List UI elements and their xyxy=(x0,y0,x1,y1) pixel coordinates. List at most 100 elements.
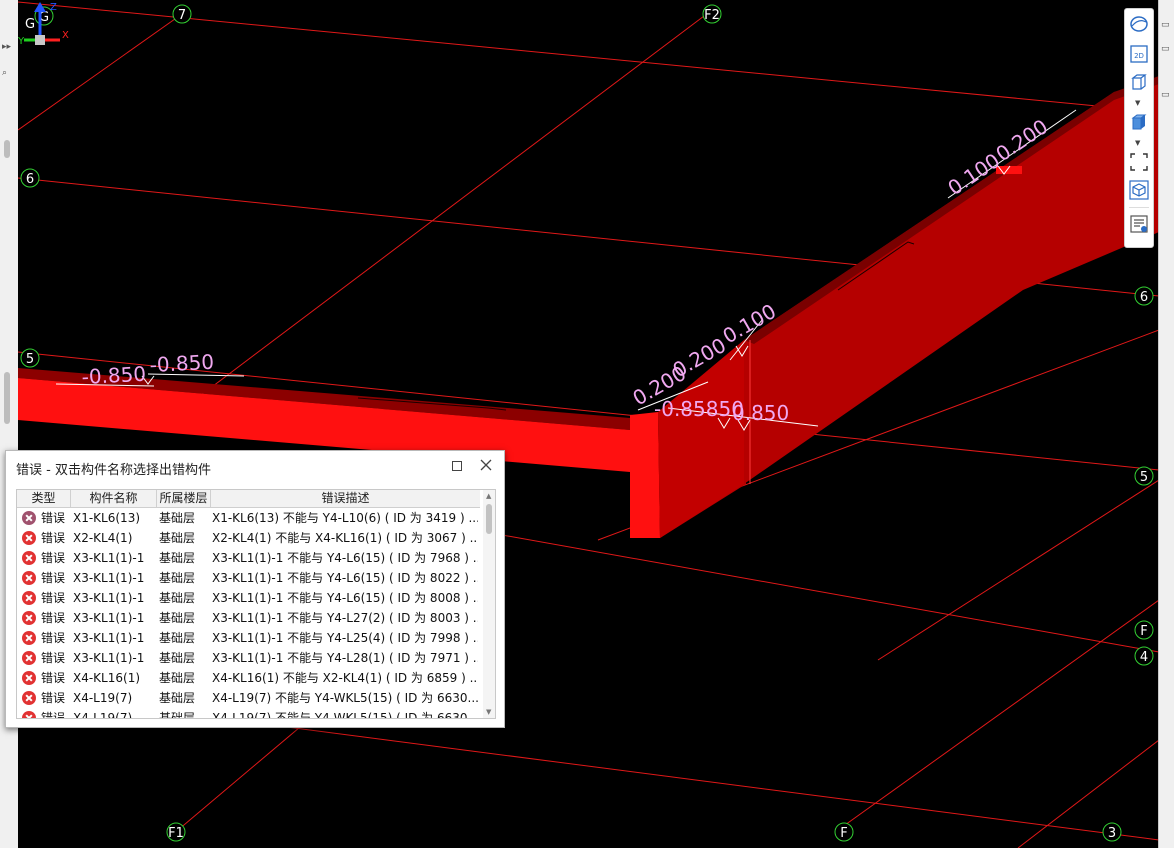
left-scrollbar-thumb[interactable] xyxy=(4,140,10,158)
panel-tab-icon[interactable]: ▭ xyxy=(1161,90,1170,100)
y-axis-label: Y xyxy=(18,36,25,47)
error-icon xyxy=(22,611,36,625)
cell-desc: X3-KL1(1)-1 不能与 Y4-L6(15) ( ID 为 7968 ) … xyxy=(212,551,478,565)
table-scrollbar[interactable]: ▲ ▼ xyxy=(483,490,495,718)
cell-floor: 基础层 xyxy=(159,511,196,525)
cell-type: 错误 xyxy=(41,711,66,719)
grid-line xyxy=(1017,739,1159,848)
table-row[interactable]: 错误 X4-L19(7) 基础层 X4-L19(7) 不能与 Y4-WKL5(15) … xyxy=(17,708,480,719)
error-icon xyxy=(22,671,36,685)
error-dialog: 错误 - 双击构件名称选择出错构件 类型 构件名称 所属楼层 错误描述 错误 X1… xyxy=(5,450,505,728)
2d-view-icon[interactable]: 2D xyxy=(1128,43,1150,65)
cell-type: 错误 xyxy=(41,571,66,585)
error-icon xyxy=(22,591,36,605)
maximize-button[interactable] xyxy=(452,461,462,471)
cell-desc: X3-KL1(1)-1 不能与 Y4-L6(15) ( ID 为 8008 ) … xyxy=(212,591,478,605)
table-row[interactable]: 错误 X3-KL1(1)-1 基础层 X3-KL1(1)-1 不能与 Y4-L6(15… xyxy=(17,568,480,588)
table-row[interactable]: 错误 X3-KL1(1)-1 基础层 X3-KL1(1)-1 不能与 Y4-L27(2… xyxy=(17,608,480,628)
cell-name: X3-KL1(1)-1 xyxy=(73,631,145,645)
view-toolbar: 2D ▼ ▼ xyxy=(1124,8,1154,248)
table-row[interactable]: 错误 X1-KL6(13) 基础层 X1-KL6(13) 不能与 Y4-L10(6) … xyxy=(17,508,480,528)
column-header-type[interactable]: 类型 xyxy=(17,490,71,507)
error-table: 类型 构件名称 所属楼层 错误描述 错误 X1-KL6(13) 基础层 X1-KL6(… xyxy=(16,489,496,719)
orbit-icon[interactable] xyxy=(1128,13,1150,35)
3d-box-icon[interactable] xyxy=(1128,71,1150,93)
cell-floor: 基础层 xyxy=(159,611,196,625)
component-cube-icon[interactable] xyxy=(1128,179,1150,201)
cell-desc: X3-KL1(1)-1 不能与 Y4-L25(4) ( ID 为 7998 ) … xyxy=(212,631,478,645)
grid-label: 6 xyxy=(1140,290,1148,305)
column-header-name[interactable]: 构件名称 xyxy=(71,490,157,507)
close-button[interactable] xyxy=(478,457,494,473)
table-row[interactable]: 错误 X3-KL1(1)-1 基础层 X3-KL1(1)-1 不能与 Y4-L25(4… xyxy=(17,628,480,648)
grid-label: 6 xyxy=(26,172,34,187)
table-row[interactable]: 错误 X4-KL16(1) 基础层 X4-KL16(1) 不能与 X2-KL4(1) … xyxy=(17,668,480,688)
cell-type: 错误 xyxy=(41,671,66,685)
column-header-floor[interactable]: 所属楼层 xyxy=(157,490,211,507)
cell-type: 错误 xyxy=(41,531,66,545)
cell-desc: X4-L19(7) 不能与 Y4-WKL5(15) ( ID 为 6630... xyxy=(212,691,478,705)
elevation-text: -0.850 xyxy=(149,350,215,377)
cell-type: 错误 xyxy=(41,511,66,525)
elevation-text: -0.85850 xyxy=(654,397,744,421)
panel-tab-icon[interactable]: ▭ xyxy=(1161,20,1170,30)
grid-line xyxy=(167,9,713,421)
error-icon xyxy=(22,511,36,525)
scrollbar-thumb[interactable] xyxy=(486,504,492,534)
dialog-title: 错误 - 双击构件名称选择出错构件 xyxy=(16,463,211,478)
3d-solid-box-icon[interactable] xyxy=(1128,111,1150,133)
grid-label: F2 xyxy=(704,8,720,23)
cell-desc: X3-KL1(1)-1 不能与 Y4-L6(15) ( ID 为 8022 ) … xyxy=(212,571,478,585)
search-icon[interactable]: ⌕ xyxy=(2,68,7,78)
cell-name: X3-KL1(1)-1 xyxy=(73,551,145,565)
elevation-text: -0.850 xyxy=(81,362,147,389)
cell-type: 错误 xyxy=(41,591,66,605)
grid-label: F xyxy=(840,826,847,841)
grid-label: F xyxy=(1140,624,1147,639)
list-view-icon[interactable] xyxy=(1128,213,1150,235)
cell-floor: 基础层 xyxy=(159,571,196,585)
cell-desc: X3-KL1(1)-1 不能与 Y4-L28(1) ( ID 为 7971 ) … xyxy=(212,651,478,665)
cell-floor: 基础层 xyxy=(159,711,196,719)
expand-icon[interactable]: ▸▸ xyxy=(2,42,11,52)
cell-floor: 基础层 xyxy=(159,691,196,705)
error-icon xyxy=(22,631,36,645)
error-icon xyxy=(22,691,36,705)
cell-name: X3-KL1(1)-1 xyxy=(73,651,145,665)
cell-floor: 基础层 xyxy=(159,591,196,605)
cell-name: X3-KL1(1)-1 xyxy=(73,591,145,605)
panel-tab-icon[interactable]: ▭ xyxy=(1161,44,1170,54)
cell-floor: 基础层 xyxy=(159,551,196,565)
grid-label: 5 xyxy=(26,352,34,367)
grid-line xyxy=(877,479,1159,661)
cell-floor: 基础层 xyxy=(159,531,196,545)
chevron-down-icon[interactable]: ▼ xyxy=(1135,139,1140,147)
cell-type: 错误 xyxy=(41,631,66,645)
table-row[interactable]: 错误 X3-KL1(1)-1 基础层 X3-KL1(1)-1 不能与 Y4-L28(1… xyxy=(17,648,480,668)
axis-triad: Z Y X xyxy=(18,2,69,47)
cell-type: 错误 xyxy=(41,611,66,625)
cell-desc: X3-KL1(1)-1 不能与 Y4-L27(2) ( ID 为 8003 ) … xyxy=(212,611,478,625)
cell-type: 错误 xyxy=(41,651,66,665)
error-icon xyxy=(22,711,36,718)
right-panel-strip: ▭ ▭ ▭ xyxy=(1158,0,1174,848)
grid-label: 3 xyxy=(1108,826,1116,841)
close-icon xyxy=(480,459,492,471)
cell-type: 错误 xyxy=(41,691,66,705)
table-row[interactable]: 错误 X2-KL4(1) 基础层 X2-KL4(1) 不能与 X4-KL16(1) (… xyxy=(17,528,480,548)
column-header-desc[interactable]: 错误描述 xyxy=(211,490,480,507)
table-row[interactable]: 错误 X3-KL1(1)-1 基础层 X3-KL1(1)-1 不能与 Y4-L6(15… xyxy=(17,588,480,608)
selection-frame-icon[interactable] xyxy=(1128,151,1150,173)
table-row[interactable]: 错误 X4-L19(7) 基础层 X4-L19(7) 不能与 Y4-WKL5(15) … xyxy=(17,688,480,708)
grid-label: 5 xyxy=(1140,470,1148,485)
grid-line xyxy=(417,519,1159,653)
chevron-down-icon[interactable]: ▼ xyxy=(1135,99,1140,107)
cell-floor: 基础层 xyxy=(159,631,196,645)
cell-name: X4-L19(7) xyxy=(73,691,133,705)
error-icon xyxy=(22,531,36,545)
cell-name: X2-KL4(1) xyxy=(73,531,133,545)
table-row[interactable]: 错误 X3-KL1(1)-1 基础层 X3-KL1(1)-1 不能与 Y4-L6(15… xyxy=(17,548,480,568)
cell-floor: 基础层 xyxy=(159,671,196,685)
left-scrollbar-thumb-2[interactable] xyxy=(4,372,10,424)
elevation-text: 0.850 xyxy=(732,401,789,425)
